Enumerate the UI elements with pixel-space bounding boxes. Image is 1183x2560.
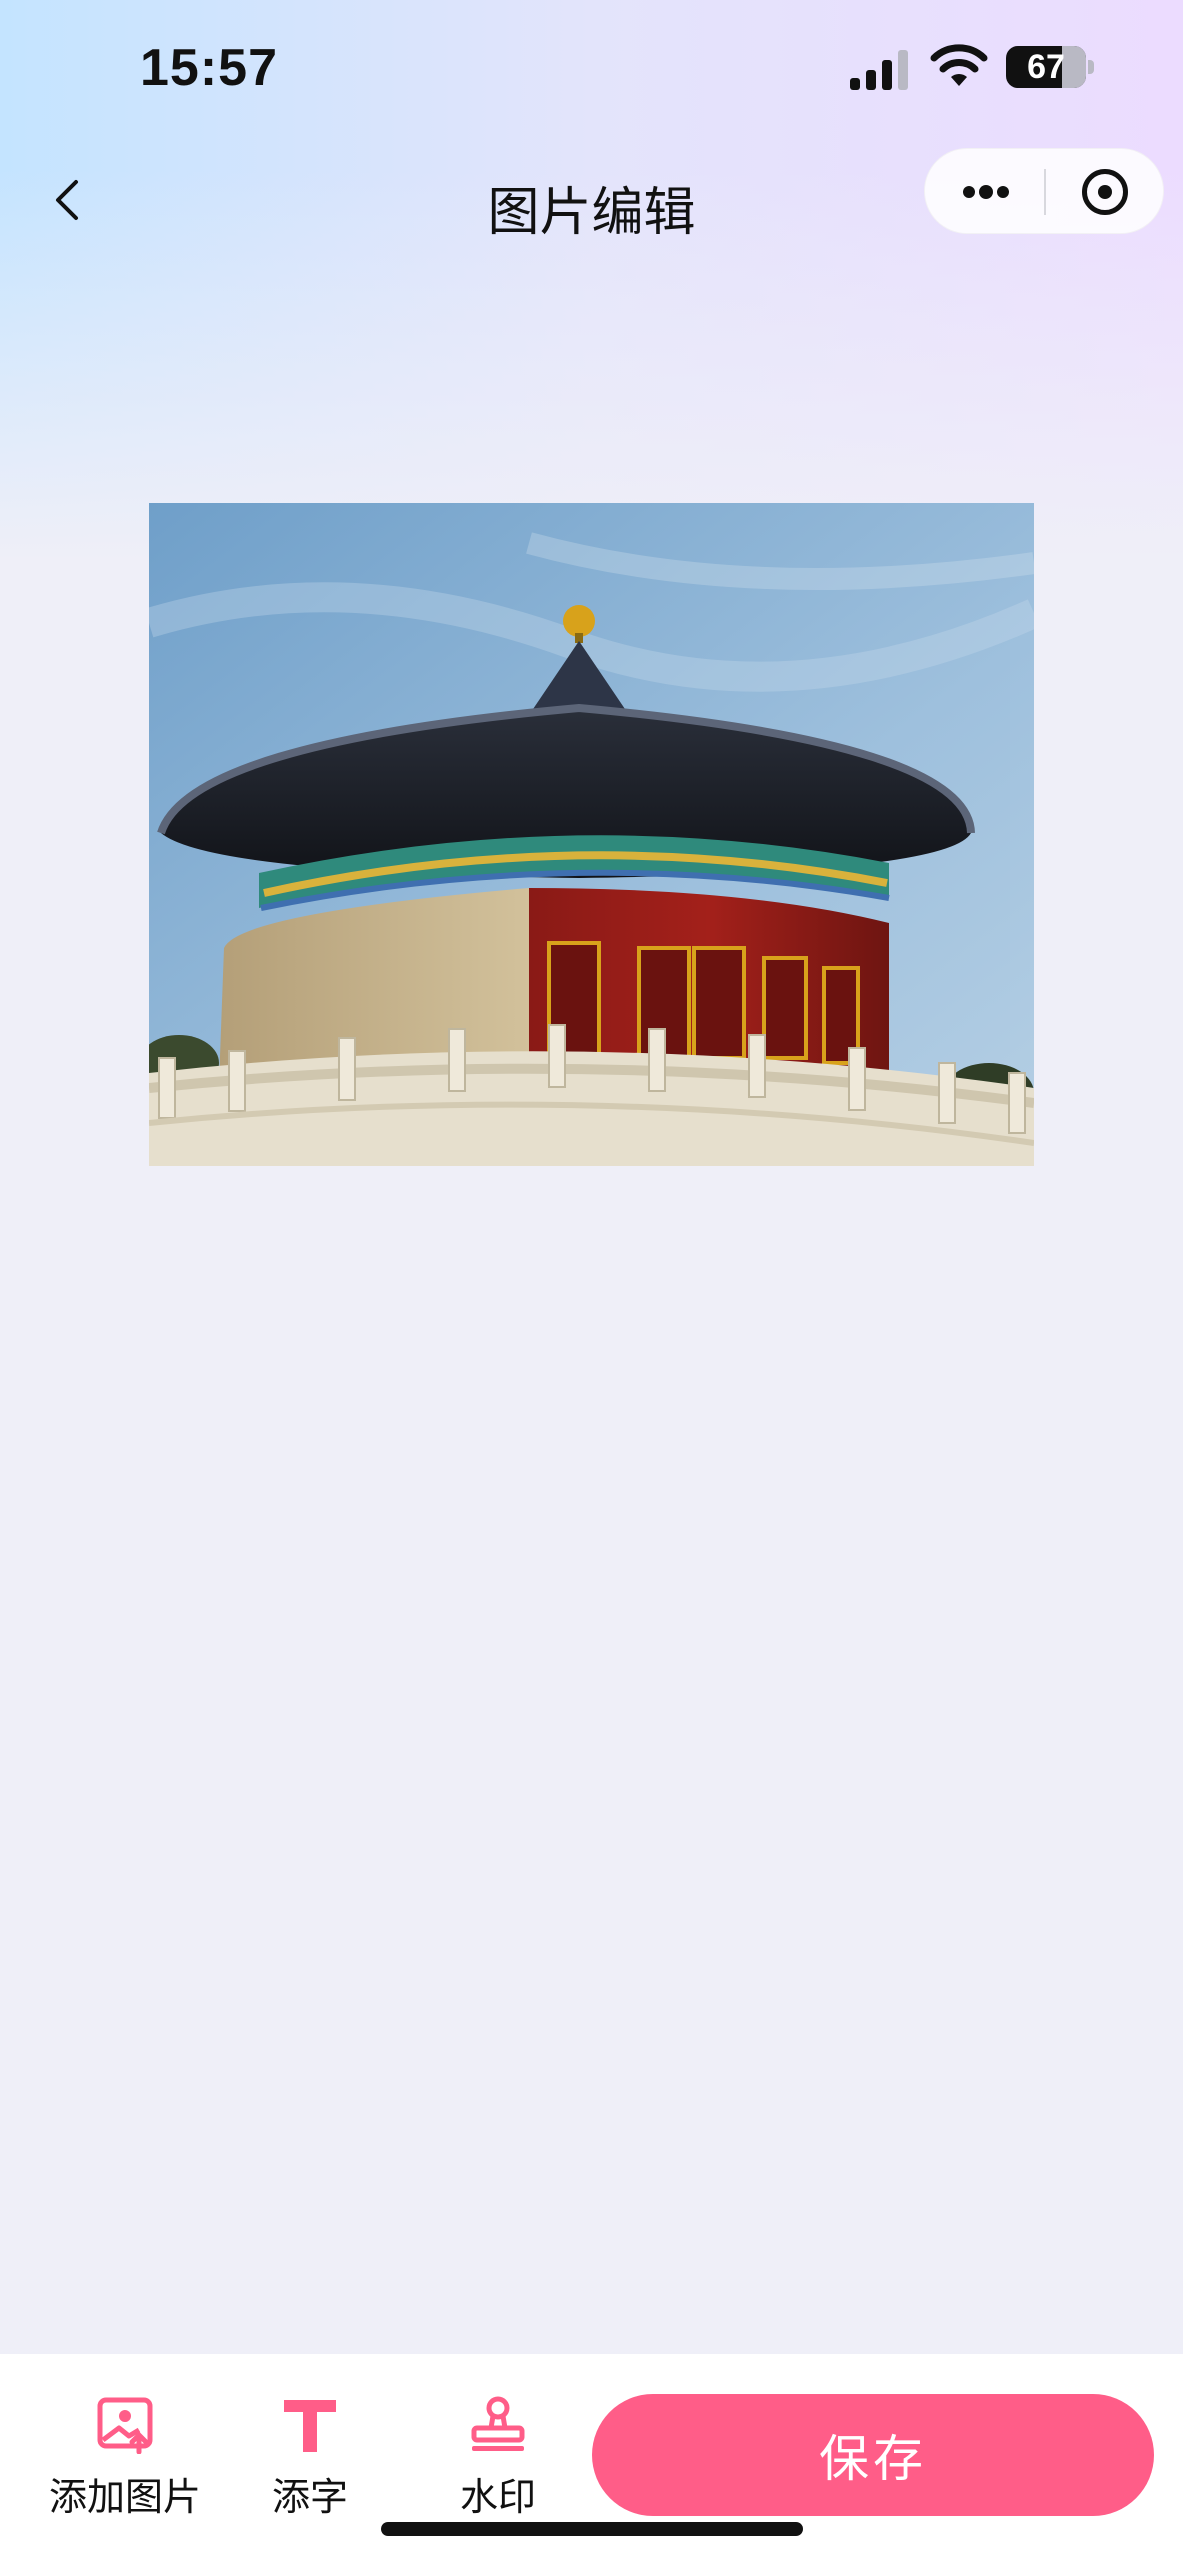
status-bar: 15:57 67 — [0, 0, 1183, 140]
miniprogram-capsule — [924, 148, 1164, 234]
temple-photo-image — [149, 503, 1034, 1166]
navigation-bar: 图片编辑 — [0, 140, 1183, 260]
add-text-label: 添字 — [271, 2475, 348, 2519]
add-image-label: 添加图片 — [48, 2475, 201, 2519]
watermark-label: 水印 — [459, 2475, 536, 2519]
add-image-button[interactable]: 添加图片 — [40, 2394, 210, 2524]
save-button[interactable]: 保存 — [592, 2394, 1154, 2516]
battery-level: 67 — [1027, 47, 1065, 86]
stamp-icon — [471, 2396, 525, 2451]
text-t-icon — [284, 2400, 336, 2452]
image-add-icon — [97, 2397, 153, 2454]
add-text-button[interactable]: 添字 — [250, 2394, 370, 2524]
battery-nub — [1088, 60, 1094, 74]
watermark-button[interactable]: 水印 — [438, 2394, 558, 2524]
close-miniprogram-button[interactable] — [1046, 149, 1165, 235]
cellular-signal-icon — [850, 50, 908, 90]
battery-empty-portion — [1062, 46, 1086, 88]
home-indicator[interactable] — [381, 2522, 803, 2536]
more-button[interactable] — [925, 149, 1044, 235]
wifi-icon — [930, 44, 988, 86]
editing-photo[interactable] — [149, 503, 1034, 1166]
status-time: 15:57 — [140, 39, 278, 97]
target-circle-icon — [1082, 169, 1128, 215]
battery-indicator: 67 — [1006, 46, 1086, 88]
